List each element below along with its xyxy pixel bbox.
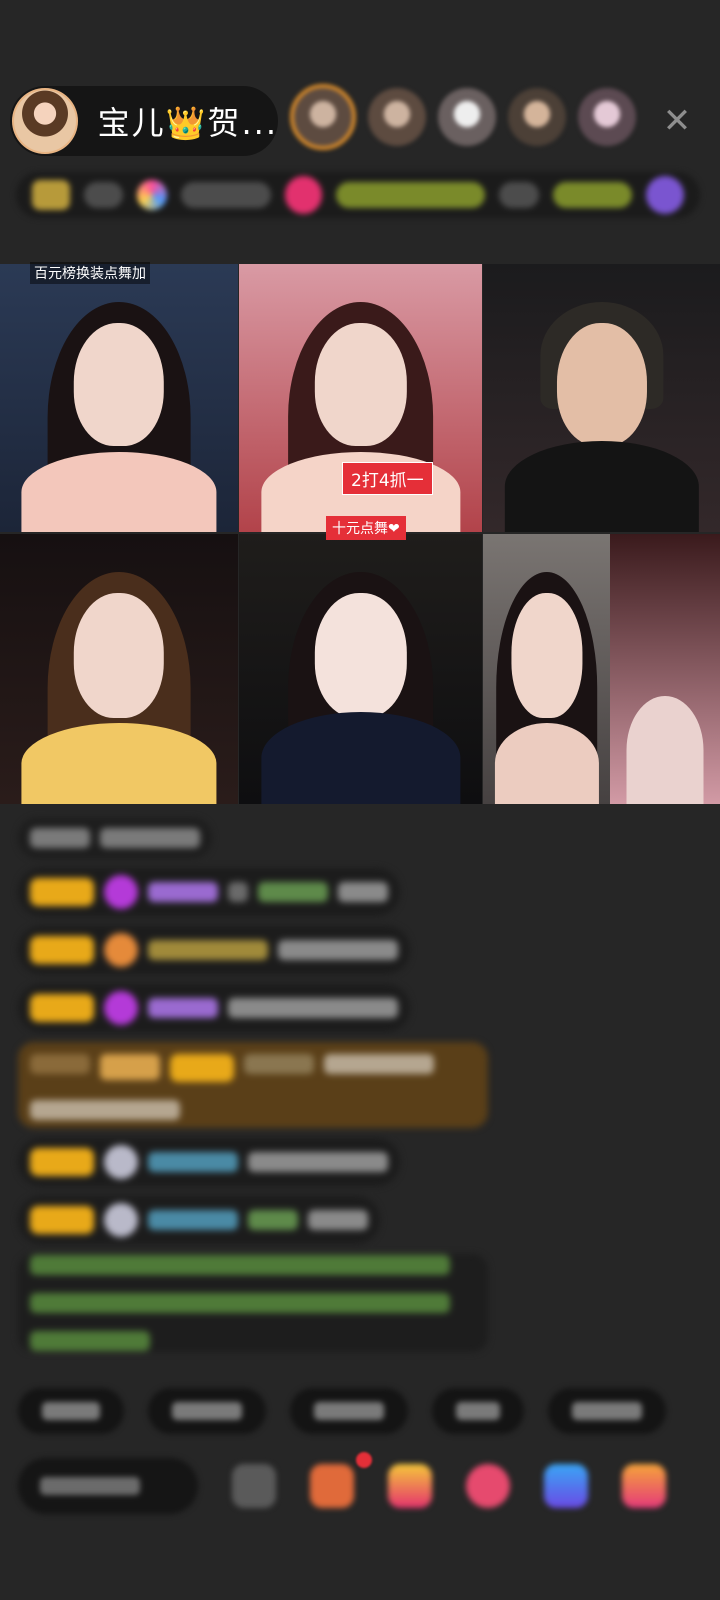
shop-icon[interactable] (310, 1464, 354, 1508)
info-chip (336, 182, 486, 208)
highlight-message[interactable] (18, 1042, 488, 1128)
message-text (228, 998, 398, 1018)
message-text (308, 1210, 368, 1230)
message-text (258, 882, 328, 902)
message-text (100, 828, 200, 848)
streamer-face (314, 322, 407, 447)
promo-tag: 2打4抓一 (342, 462, 433, 495)
streamer-face (510, 593, 583, 718)
badge-icon (646, 176, 684, 214)
chat-message[interactable] (18, 984, 410, 1032)
video-tile[interactable] (483, 534, 610, 804)
username (148, 998, 218, 1018)
message-text (30, 1100, 180, 1120)
chat-message[interactable] (18, 926, 410, 974)
more-apps-icon[interactable] (622, 1464, 666, 1508)
streamer-torso (21, 451, 217, 532)
notification-dot (356, 1452, 372, 1468)
streamer-torso (626, 696, 704, 804)
quick-reply-chip[interactable] (290, 1388, 408, 1434)
video-tile[interactable] (0, 534, 238, 804)
username (148, 1152, 238, 1172)
vip-badge (100, 1054, 160, 1080)
level-badge (170, 1054, 234, 1082)
quick-reply-chip[interactable] (18, 1388, 124, 1434)
host-info-pill[interactable]: 宝儿👑贺... (10, 86, 278, 156)
user-avatar (104, 933, 138, 967)
username (148, 1210, 238, 1230)
user-avatar (104, 1203, 138, 1237)
message-text (278, 940, 398, 960)
heart-icon[interactable] (466, 1464, 510, 1508)
promo-tag-small: 十元点舞❤ (326, 516, 406, 540)
top-viewers-strip (290, 84, 636, 150)
gift-box-icon[interactable] (388, 1464, 432, 1508)
chat-list (18, 818, 488, 1362)
room-icon (32, 180, 70, 210)
username (148, 882, 218, 902)
chat-input[interactable] (18, 1458, 198, 1514)
notice-message (18, 1254, 488, 1352)
video-tile[interactable] (239, 534, 482, 804)
username (244, 1054, 314, 1074)
info-chip (83, 182, 124, 208)
info-chip (552, 182, 633, 208)
quick-reply-row (18, 1388, 666, 1434)
game-icon[interactable] (544, 1464, 588, 1508)
notice-text (30, 1331, 150, 1351)
message-text (30, 828, 90, 848)
streamer-torso (494, 723, 599, 804)
vip-badge (30, 1054, 90, 1074)
streamer-face (73, 322, 165, 447)
streamer-torso (21, 723, 217, 804)
close-icon[interactable]: ✕ (660, 104, 694, 138)
room-info-bar[interactable] (16, 172, 700, 218)
message-text (248, 1152, 388, 1172)
chat-message[interactable] (18, 868, 400, 916)
message-text (324, 1054, 434, 1074)
info-chip (181, 182, 271, 208)
streamer-torso (260, 712, 461, 804)
quick-reply-chip[interactable] (548, 1388, 666, 1434)
hot-icon (137, 180, 168, 210)
tile-banner: 百元榜换装点舞加 (30, 262, 150, 284)
system-message (18, 818, 212, 858)
viewer-avatar[interactable] (438, 88, 496, 146)
level-badge (30, 936, 94, 964)
viewer-avatar[interactable] (508, 88, 566, 146)
info-chip (499, 182, 539, 208)
quick-reply-chip[interactable] (432, 1388, 524, 1434)
notice-text (30, 1293, 450, 1313)
level-badge (30, 1148, 94, 1176)
message-text (338, 882, 388, 902)
streamer-torso (504, 440, 699, 532)
gift-icon (284, 176, 323, 214)
level-badge (30, 1206, 94, 1234)
user-avatar (104, 875, 138, 909)
viewer-avatar[interactable] (578, 88, 636, 146)
viewer-avatar[interactable] (368, 88, 426, 146)
streamer-face (314, 593, 407, 718)
viewer-avatar[interactable] (290, 84, 356, 150)
host-avatar[interactable] (12, 88, 78, 154)
user-avatar (104, 991, 138, 1025)
chat-message[interactable] (18, 1196, 380, 1244)
username (148, 940, 268, 960)
video-tile[interactable] (483, 264, 720, 532)
share-icon[interactable] (232, 1464, 276, 1508)
streamer-face (73, 593, 165, 718)
quick-reply-chip[interactable] (148, 1388, 266, 1434)
message-text (248, 1210, 298, 1230)
level-badge (30, 878, 94, 906)
level-badge (30, 994, 94, 1022)
user-avatar (104, 1145, 138, 1179)
chat-message[interactable] (18, 1138, 400, 1186)
message-text (228, 882, 248, 902)
video-tile[interactable] (610, 534, 720, 804)
streamer-face (556, 322, 647, 447)
host-name: 宝儿👑贺... (97, 104, 278, 142)
video-tile[interactable] (0, 264, 238, 532)
notice-text (30, 1255, 450, 1275)
